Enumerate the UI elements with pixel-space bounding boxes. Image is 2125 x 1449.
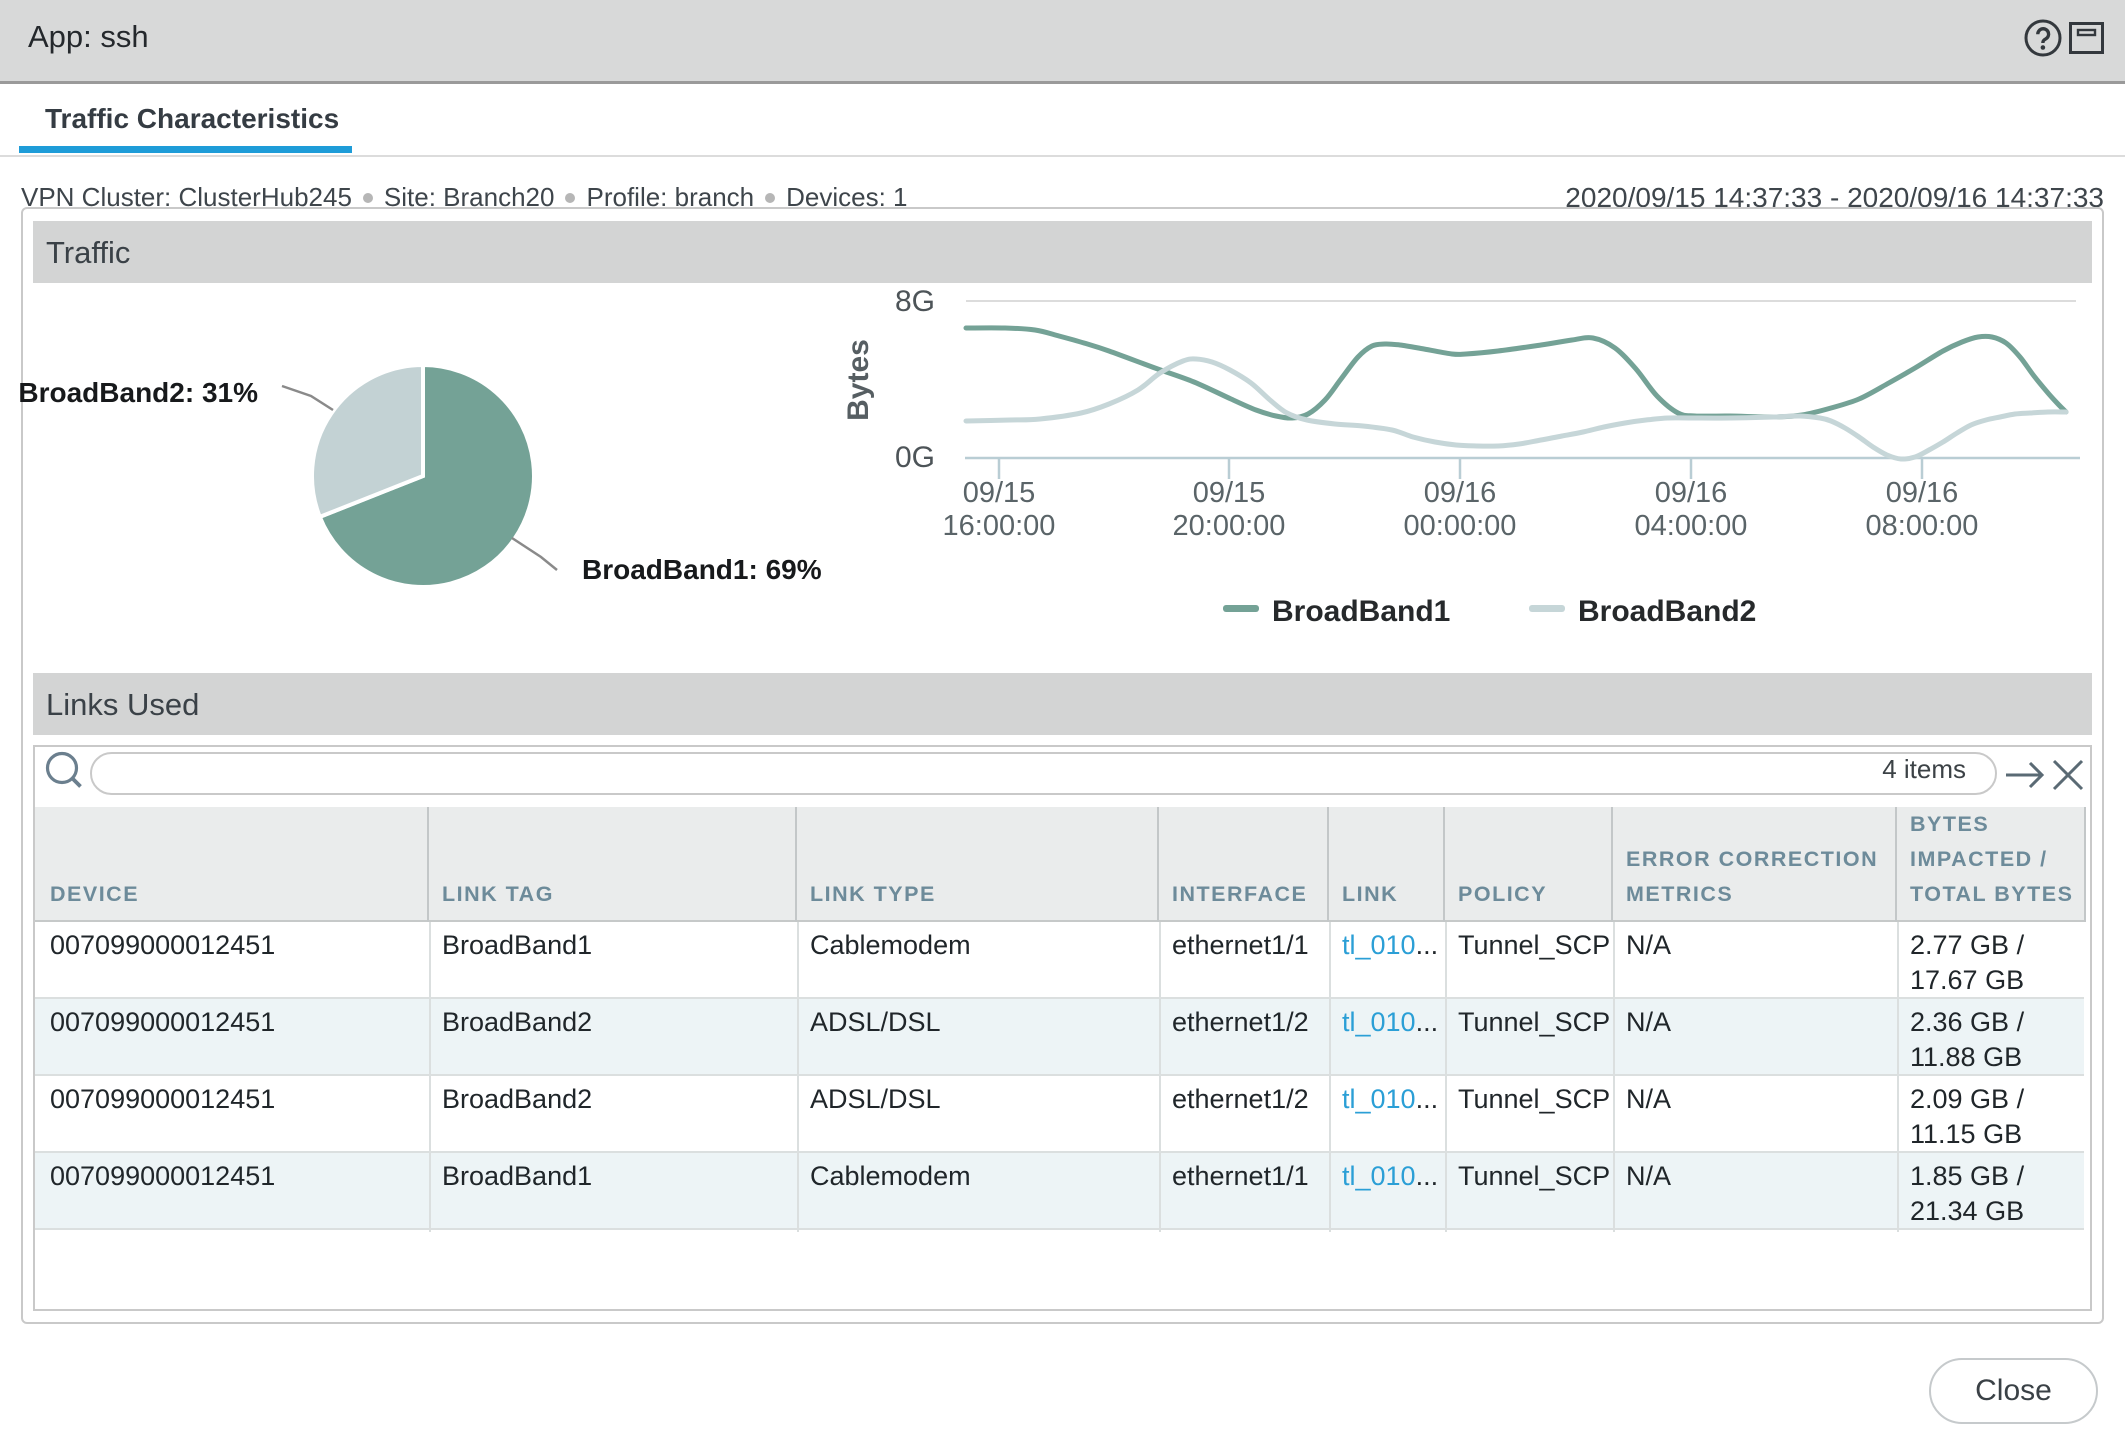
svg-text:BroadBand1: BroadBand1 (1272, 595, 1450, 628)
svg-text:0G: 0G (895, 441, 935, 474)
svg-text:BroadBand2: BroadBand2 (1578, 595, 1756, 628)
svg-text:BroadBand2: 31%: BroadBand2: 31% (18, 377, 258, 408)
svg-text:16:00:00: 16:00:00 (943, 510, 1056, 542)
svg-text:09/16: 09/16 (1424, 477, 1497, 509)
svg-text:08:00:00: 08:00:00 (1866, 510, 1979, 542)
svg-text:09/15: 09/15 (963, 477, 1036, 509)
svg-text:Bytes: Bytes (842, 339, 875, 421)
svg-text:09/16: 09/16 (1655, 477, 1728, 509)
svg-text:09/16: 09/16 (1886, 477, 1959, 509)
svg-text:BroadBand1: 69%: BroadBand1: 69% (582, 554, 822, 585)
svg-text:00:00:00: 00:00:00 (1404, 510, 1517, 542)
svg-text:09/15: 09/15 (1193, 477, 1266, 509)
svg-text:04:00:00: 04:00:00 (1635, 510, 1748, 542)
svg-text:20:00:00: 20:00:00 (1173, 510, 1286, 542)
svg-text:8G: 8G (895, 285, 935, 318)
